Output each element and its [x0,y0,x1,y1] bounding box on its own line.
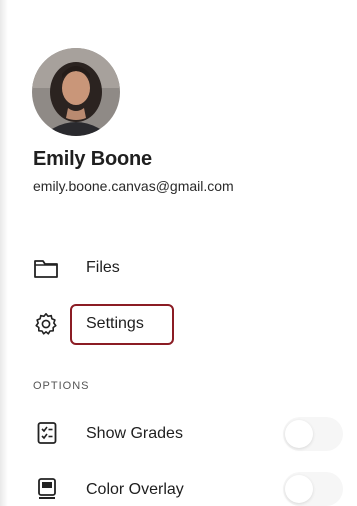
user-email: emily.boone.canvas@gmail.com [33,178,234,194]
folder-icon [33,257,59,284]
settings-label: Settings [86,315,144,332]
avatar[interactable] [32,48,120,136]
options-header: OPTIONS [33,380,90,392]
toggle-knob [285,420,313,448]
color-overlay-label: Color Overlay [86,481,184,498]
color-overlay-icon [36,477,58,506]
show-grades-toggle[interactable] [283,417,343,451]
grades-icon [36,421,58,450]
show-grades-label: Show Grades [86,425,183,442]
user-name: Emily Boone [33,148,152,170]
toggle-knob [285,475,313,503]
files-label: Files [86,259,120,276]
color-overlay-toggle[interactable] [283,472,343,506]
gear-icon [34,312,58,341]
drawer-edge [0,0,8,506]
